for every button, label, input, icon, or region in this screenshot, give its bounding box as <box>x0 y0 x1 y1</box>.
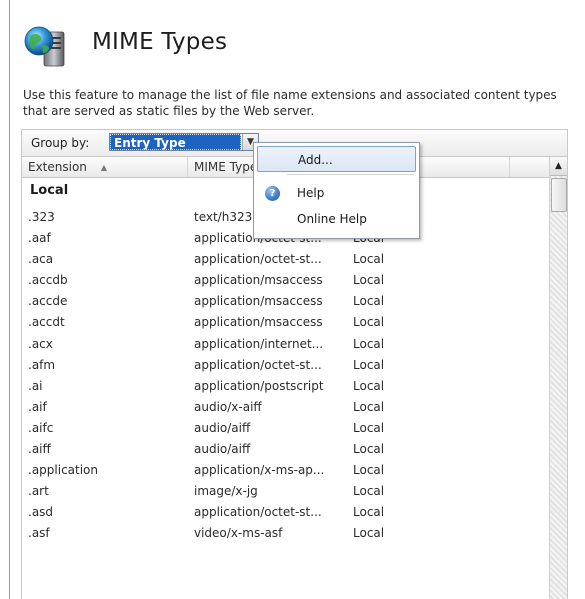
menu-item-online-help[interactable]: Online Help <box>257 206 416 232</box>
extension-cell: .art <box>28 484 49 499</box>
mime-type-cell: application/msaccess <box>194 294 323 309</box>
entry-type-cell: Local <box>353 442 385 457</box>
entry-type-cell: Local <box>353 378 385 393</box>
entry-type-cell: Local <box>353 526 385 541</box>
vertical-scrollbar[interactable]: ▲ <box>549 157 567 599</box>
entry-type-cell: Local <box>353 273 385 288</box>
entry-type-cell: Local <box>353 357 385 372</box>
help-icon: ? <box>265 186 280 201</box>
sort-ascending-icon: ▲ <box>100 163 108 172</box>
mime-type-cell: application/msaccess <box>194 273 323 288</box>
extension-cell: .application <box>28 463 99 478</box>
menu-item-help[interactable]: ? Help <box>257 180 416 206</box>
mime-type-cell: application/octet-st... <box>194 505 322 520</box>
table-row[interactable]: .aiff audio/aiff Local <box>22 439 550 460</box>
extension-cell: .aif <box>28 399 47 414</box>
mime-type-cell: application/internet... <box>194 336 324 351</box>
extension-cell: .acx <box>28 336 53 351</box>
page-title: MIME Types <box>92 29 228 55</box>
group-by-label: Group by: <box>31 136 90 150</box>
extension-cell: .323 <box>28 210 55 224</box>
group-by-dropdown[interactable]: Entry Type ▼ <box>109 133 259 151</box>
extension-cell: .asf <box>28 526 50 541</box>
table-row[interactable]: .aif audio/x-aiff Local <box>22 397 550 418</box>
scroll-up-arrow-icon[interactable]: ▲ <box>550 157 567 176</box>
mime-type-cell: application/msaccess <box>194 315 323 330</box>
extension-cell: .asd <box>28 505 54 520</box>
mime-type-cell: audio/aiff <box>194 442 251 457</box>
extension-cell: .aca <box>28 252 54 267</box>
menu-item-add[interactable]: Add... <box>257 146 416 172</box>
group-by-selected-value[interactable]: Entry Type <box>110 134 241 150</box>
mime-type-cell: video/x-ms-asf <box>194 526 283 541</box>
entry-type-cell: Local <box>353 399 385 414</box>
mime-type-cell: application/octet-st... <box>194 357 322 372</box>
table-row[interactable]: .aifc audio/aiff Local <box>22 418 550 439</box>
table-row[interactable]: .art image/x-jg Local <box>22 481 550 502</box>
table-row[interactable]: .accdt application/msaccess Local <box>22 312 550 333</box>
table-row[interactable]: .asf video/x-ms-asf Local <box>22 523 550 544</box>
table-row[interactable]: .accdb application/msaccess Local <box>22 270 550 291</box>
entry-type-cell: Local <box>353 336 385 351</box>
table-row[interactable]: .acx application/internet... Local <box>22 334 550 355</box>
scroll-thumb[interactable] <box>551 178 567 212</box>
extension-cell: .afm <box>28 357 56 372</box>
mime-type-cell: text/h323 <box>194 210 253 224</box>
feature-description: Use this feature to manage the list of f… <box>23 88 557 118</box>
entry-type-cell: Local <box>353 252 385 267</box>
extension-cell: .ai <box>28 378 43 393</box>
entry-type-cell: Local <box>353 294 385 309</box>
mime-type-cell: image/x-jg <box>194 484 258 499</box>
mime-type-cell: application/postscript <box>194 378 324 393</box>
mime-type-cell: application/octet-st... <box>194 252 322 267</box>
entry-type-cell: Local <box>353 420 385 435</box>
rows-container: .323 text/h323 Local .aaf application/octet-… <box>22 207 550 545</box>
extension-cell: .accdb <box>28 273 68 288</box>
left-divider <box>9 0 10 599</box>
entry-type-cell: Local <box>353 463 385 478</box>
context-menu: Add... ? Help Online Help <box>253 142 420 239</box>
table-row[interactable]: .application application/x-ms-ap... Local <box>22 460 550 481</box>
entry-type-cell: Local <box>353 484 385 499</box>
table-row[interactable]: .afm application/octet-st... Local <box>22 355 550 376</box>
column-header-extension[interactable]: Extension ▲ <box>22 157 188 177</box>
extension-cell: .accdt <box>28 315 65 330</box>
entry-type-cell: Local <box>353 315 385 330</box>
extension-cell: .aiff <box>28 442 51 457</box>
table-row[interactable]: .asd application/octet-st... Local <box>22 502 550 523</box>
menu-separator <box>287 174 414 175</box>
table-row[interactable]: .ai application/postscript Local <box>22 376 550 397</box>
table-row[interactable]: .aca application/octet-st... Local <box>22 249 550 270</box>
table-row[interactable]: .accde application/msaccess Local <box>22 291 550 312</box>
mime-type-cell: application/x-ms-ap... <box>194 463 325 478</box>
extension-cell: .aifc <box>28 420 54 435</box>
extension-cell: .accde <box>28 294 68 309</box>
mime-type-cell: audio/aiff <box>194 420 251 435</box>
mime-types-feature-icon <box>22 24 70 70</box>
mime-type-cell: audio/x-aiff <box>194 399 262 414</box>
entry-type-cell: Local <box>353 505 385 520</box>
extension-cell: .aaf <box>28 231 51 246</box>
